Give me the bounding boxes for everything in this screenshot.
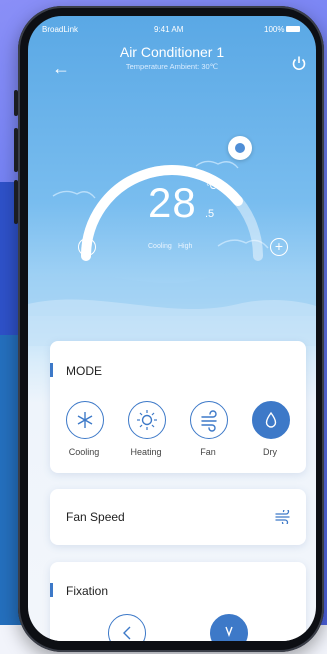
fixation-button-right[interactable] (210, 614, 248, 641)
mode-label-fan: Fan (200, 447, 216, 457)
fixation-card: Fixation (50, 562, 306, 641)
current-mode-label: Cooling (148, 243, 172, 250)
snowflake-icon (77, 412, 93, 428)
wind-icon (275, 510, 290, 524)
battery-icon (286, 26, 300, 32)
mode-button-heating[interactable] (128, 401, 166, 439)
mode-card-title: MODE (66, 364, 102, 378)
current-speed-label: High (178, 243, 193, 250)
dial-handle[interactable] (228, 136, 252, 160)
app-screen: BroadLink 9:41 AM 100% ← Air Conditioner… (28, 16, 316, 641)
fixation-button-left[interactable] (108, 614, 146, 641)
louver-icon (123, 626, 131, 640)
power-icon[interactable] (290, 54, 308, 72)
temperature-value: 28 (148, 179, 197, 226)
louver-icon (225, 626, 233, 637)
mode-label-heating: Heating (130, 447, 162, 457)
accent-bar (50, 583, 53, 597)
mode-card: MODE Cooling Heating Fan Dry (50, 341, 306, 473)
mode-label-cooling: Cooling (68, 447, 100, 457)
phone-side-button (14, 90, 18, 116)
fan-speed-card[interactable]: Fan Speed (50, 489, 306, 545)
clock: 9:41 AM (154, 25, 184, 34)
mode-label-dry: Dry (263, 447, 277, 457)
fan-speed-title: Fan Speed (66, 510, 125, 524)
battery-label: 100% (264, 25, 285, 34)
accent-bar (50, 363, 53, 377)
mode-button-dry[interactable] (252, 401, 290, 439)
sun-icon (137, 410, 157, 430)
ambient-temperature: Temperature Ambient: 30℃ (125, 62, 219, 71)
mode-button-fan[interactable] (190, 401, 228, 439)
plus-icon[interactable]: + (270, 238, 288, 256)
minus-icon[interactable]: − (78, 238, 96, 256)
droplet-icon (265, 411, 277, 428)
phone-side-button (14, 128, 18, 172)
page-title: Air Conditioner 1 (119, 44, 225, 60)
carrier-label: BroadLink (42, 25, 79, 34)
status-bar: BroadLink 9:41 AM 100% (28, 22, 316, 38)
temperature-unit: ℃ (206, 181, 217, 191)
mode-button-cooling[interactable] (66, 401, 104, 439)
temperature-decimal: .5 (205, 208, 215, 220)
wind-icon (201, 410, 217, 432)
phone-side-button (14, 180, 18, 224)
fixation-title: Fixation (66, 584, 109, 598)
